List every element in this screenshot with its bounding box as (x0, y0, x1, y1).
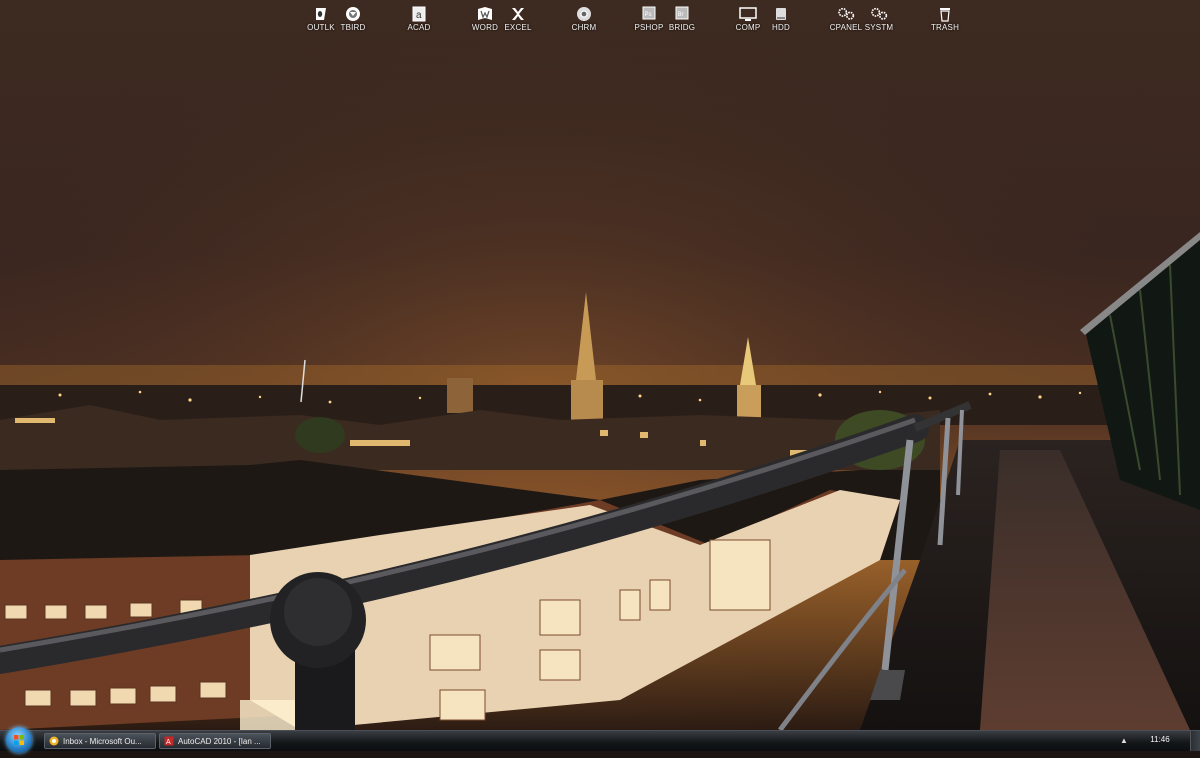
dock-icon-label: CHRM (571, 23, 597, 32)
svg-text:Ps: Ps (645, 12, 652, 18)
dock-icon-hard-drive[interactable]: HDD (759, 6, 803, 34)
dock-icon-autocad[interactable]: a ACAD (397, 6, 441, 34)
dock-icon-system[interactable]: SYSTM (857, 6, 901, 34)
start-button[interactable] (6, 727, 32, 753)
autocad-icon: a (412, 6, 426, 22)
chrome-icon (577, 7, 591, 21)
thunderbird-icon (346, 7, 360, 21)
taskbar-button-autocad[interactable]: A AutoCAD 2010 - [Ian ... (159, 733, 271, 749)
system-clock[interactable]: 11:46 (1138, 735, 1182, 744)
windows-orb-icon (14, 735, 24, 745)
word-icon (478, 7, 492, 20)
outlook-icon (49, 736, 59, 746)
trash-icon (940, 8, 950, 22)
taskbar-button-outlook[interactable]: Inbox - Microsoft Ou... (44, 733, 156, 749)
outlook-icon (316, 8, 326, 20)
dock-icon-label: TBIRD (340, 23, 366, 32)
dock-icon-label: EXCEL (504, 23, 532, 32)
dock-icon-thunderbird[interactable]: TBIRD (331, 6, 375, 34)
show-desktop-button[interactable] (1190, 731, 1200, 751)
dock-icon-bridge[interactable]: Br BRIDG (660, 6, 704, 34)
taskbar-button-label: AutoCAD 2010 - [Ian ... (178, 736, 261, 746)
dock-icon-label: BRIDG (668, 23, 696, 32)
gears-icon (871, 7, 888, 20)
hard-drive-icon (776, 8, 786, 20)
dock-icon-label: ACAD (407, 23, 431, 32)
excel-icon (512, 8, 524, 20)
dock-icon-chrome[interactable]: CHRM (562, 6, 606, 34)
dock-icon-trash[interactable]: TRASH (923, 6, 967, 34)
dock-icon-label: SYSTM (864, 23, 894, 32)
photoshop-icon: Ps (642, 6, 656, 20)
svg-text:a: a (416, 10, 422, 21)
tray-expand-button[interactable]: ▲ (1120, 736, 1128, 745)
taskbar-button-label: Inbox - Microsoft Ou... (63, 736, 142, 746)
svg-text:A: A (166, 739, 171, 746)
bridge-icon: Br (675, 6, 689, 20)
svg-text:Br: Br (678, 12, 684, 18)
dock-icon-label: HDD (772, 23, 790, 32)
taskbar: Inbox - Microsoft Ou... A AutoCAD 2010 -… (0, 727, 1200, 753)
gears-icon (838, 7, 855, 20)
autocad-icon: A (164, 736, 174, 746)
dock-icon-label: COMP (735, 23, 761, 32)
dock-icon-excel[interactable]: EXCEL (496, 6, 540, 34)
dock-icon-label: WORD (471, 23, 499, 32)
computer-icon (739, 7, 757, 21)
dock-icon-label: TRASH (930, 23, 960, 32)
desktop-wallpaper (0, 0, 1200, 730)
